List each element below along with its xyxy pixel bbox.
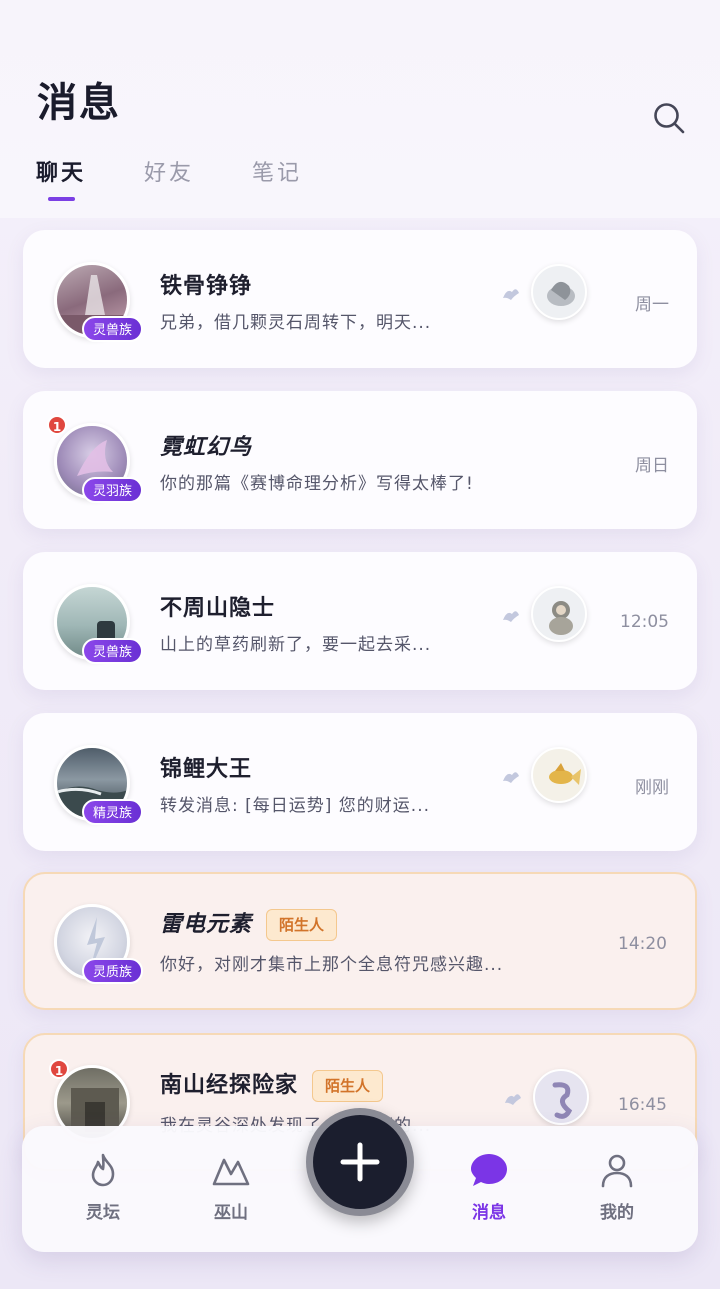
conversation-item[interactable]: 灵兽族 不周山隐士 山上的草药刷新了，要一起去采... 12:05 (23, 552, 697, 690)
page-title: 消息 (37, 79, 121, 126)
tribe-badge: 灵兽族 (82, 638, 144, 664)
message-time: 14:20 (618, 934, 667, 954)
tribe-badge: 灵兽族 (82, 316, 144, 342)
unread-badge: 1 (47, 415, 67, 435)
mountain-icon (212, 1158, 250, 1186)
pet-thumbnail (533, 1069, 589, 1125)
stranger-tag: 陌生人 (266, 909, 338, 941)
create-post-button[interactable] (306, 1108, 414, 1216)
tab-bar: 聊天 好友 笔记 (36, 155, 360, 201)
contact-name: 南山经探险家 陌生人 (160, 1067, 384, 1102)
tribe-badge: 灵质族 (82, 958, 144, 984)
message-preview: 转发消息: [每日运势] 您的财运... (160, 796, 431, 816)
conversation-item[interactable]: 灵兽族 铁骨铮铮 兄弟，借几颗灵石周转下，明天... 周一 (23, 230, 697, 368)
conversation-item[interactable]: 精灵族 锦鲤大王 转发消息: [每日运势] 您的财运... 刚刚 (23, 713, 697, 851)
tab-friends[interactable]: 好友 (144, 155, 194, 187)
nav-label: 灵坛 (86, 1203, 120, 1223)
nav-label: 我的 (600, 1203, 634, 1223)
contact-name: 不周山隐士 (160, 596, 276, 621)
header: 消息 聊天 好友 笔记 (0, 0, 720, 218)
pet-thumbnail (531, 586, 587, 642)
stranger-tag: 陌生人 (312, 1070, 384, 1102)
person-icon (601, 1154, 633, 1188)
spirit-pet-icon (505, 1094, 521, 1105)
contact-name-text: 雷电元素 (160, 911, 253, 937)
pet-thumbnail (531, 747, 587, 803)
conversation-item[interactable]: 灵质族 雷电元素 陌生人 你好，对刚才集市上那个全息符咒感兴趣... 14:20 (23, 872, 697, 1010)
spirit-pet-icon (503, 289, 519, 300)
message-time: 周一 (635, 295, 669, 315)
message-preview: 你好，对刚才集市上那个全息符咒感兴趣... (160, 955, 504, 975)
pet-thumbnail (531, 264, 587, 320)
nav-label: 巫山 (214, 1203, 248, 1223)
nav-item-mountain[interactable]: 巫山 (186, 1150, 276, 1223)
contact-name: 铁骨铮铮 (160, 274, 253, 299)
spirit-pet-icon (503, 772, 519, 783)
message-time: 16:45 (618, 1095, 667, 1115)
plus-icon (340, 1142, 380, 1182)
message-time: 12:05 (620, 612, 669, 632)
message-preview: 兄弟，借几颗灵石周转下，明天... (160, 313, 432, 333)
tribe-badge: 灵羽族 (82, 477, 144, 503)
tab-chat[interactable]: 聊天 (36, 155, 86, 201)
spirit-pet-icon (503, 611, 519, 622)
nav-item-profile[interactable]: 我的 (572, 1150, 662, 1223)
nav-item-altar[interactable]: 灵坛 (58, 1150, 148, 1223)
message-time: 周日 (635, 456, 669, 476)
contact-name: 锦鲤大王 (160, 757, 253, 782)
message-time: 刚刚 (635, 778, 669, 798)
tribe-badge: 精灵族 (82, 799, 144, 825)
search-icon[interactable] (652, 101, 686, 135)
conversation-item[interactable]: 1 灵羽族 霓虹幻鸟 你的那篇《赛博命理分析》写得太棒了! 周日 (23, 391, 697, 529)
unread-badge: 1 (49, 1059, 69, 1079)
nav-label: 消息 (472, 1203, 506, 1223)
contact-name: 霓虹幻鸟 (160, 434, 253, 460)
flame-icon (91, 1153, 115, 1187)
chat-bubble-icon (471, 1154, 507, 1186)
contact-name-text: 南山经探险家 (160, 1073, 299, 1098)
contact-name: 雷电元素 陌生人 (160, 906, 338, 941)
nav-item-messages[interactable]: 消息 (444, 1150, 534, 1223)
message-preview: 山上的草药刷新了，要一起去采... (160, 635, 432, 655)
tab-notes[interactable]: 笔记 (252, 155, 302, 187)
message-preview: 你的那篇《赛博命理分析》写得太棒了! (160, 474, 474, 494)
